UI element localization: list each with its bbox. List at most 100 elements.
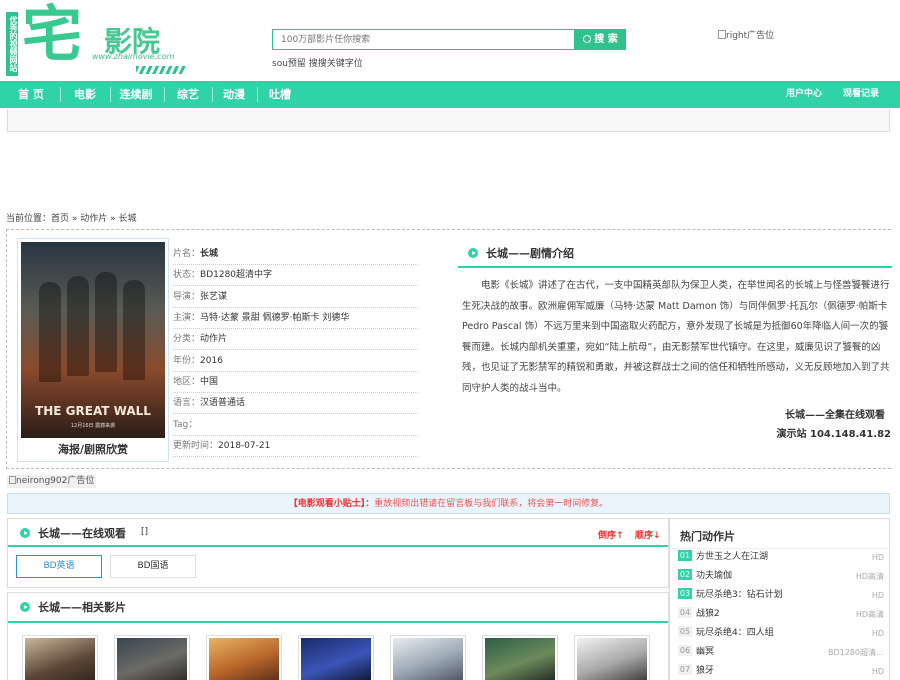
info-region: 地区：中国 [173,372,418,393]
nav-tucao[interactable]: 吐槽 [260,81,300,108]
info-status: 状态：BD1280超清中字 [173,265,418,286]
watch-tip-bar: 【电影观看小贴士】：重放视频出错请在留言板与我们联系，将会第一时间修复。 [7,493,890,514]
source-bd-mandarin[interactable]: BD国语 [110,555,196,578]
poster-card[interactable]: THE GREAT WALL 12月16日 震撼来袭 海报/剧照欣赏 [17,238,169,462]
broken-image-icon [718,30,726,39]
info-year: 年份：2016 [173,351,418,372]
plot-description: 电影《长城》讲述了在古代，一支中国精英部队为保卫人类，在举世闻名的长城上与怪兽饕… [462,280,890,394]
nav-anime[interactable]: 动漫 [214,81,254,108]
list-item-quality: HD [871,667,884,676]
ad-neirong: neirong902广告位 [7,475,97,488]
play-circle-icon [468,248,478,258]
logo-stripes [136,66,186,74]
rank-badge: 04 [678,607,692,618]
hot-action-list: 热门动作片 01 方世玉之人在江湖 HD 02 功夫瑜伽 HD高清 03 玩尽杀绝3：钻石… [669,518,890,680]
search-button-label: 搜 索 [594,34,618,45]
related-thumb[interactable] [298,635,374,680]
list-item[interactable]: 06 幽冥 BD1280超清… [678,643,884,662]
search-button[interactable]: 搜 索 [575,29,626,50]
thumb-image [577,638,647,680]
thumb-image [301,638,371,680]
list-item[interactable]: 04 战狼2 HD高清 [678,605,884,624]
ad-right-label: right广告位 [726,31,775,41]
list-item-title[interactable]: 玩尽杀绝4：四人组 [696,628,774,638]
logo-big-char: 宅 [22,0,82,70]
list-item-title[interactable]: 方世玉之人在江湖 [696,552,768,562]
info-language: 语言：汉语普通话 [173,393,418,414]
rank-badge: 02 [678,569,692,580]
rank-badge: 06 [678,645,692,656]
list-item-title[interactable]: 战狼2 [696,609,720,619]
related-thumb[interactable] [574,635,650,680]
source-bd-english[interactable]: BD英语 [16,555,102,578]
related-movies-box: 长城——相关影片 [7,592,669,680]
tip-label: 【电影观看小贴士】： [288,499,375,509]
poster-image[interactable]: THE GREAT WALL 12月16日 震撼来袭 [21,242,165,438]
sort-asc-button[interactable]: 顺序↓ [635,528,661,541]
poster-figure [95,272,117,372]
nav-divider [60,87,61,102]
online-watch-box: 长城——在线观看 [] 倒序↑ 顺序↓ BD英语 BD国语 [7,518,669,588]
list-item[interactable]: 02 功夫瑜伽 HD高清 [678,567,884,586]
plot-title: 长城——剧情介绍 [486,247,574,260]
nav-watch-history[interactable]: 观看记录 [843,81,879,108]
plot-header: 长城——剧情介绍 [458,240,892,268]
poster-caption[interactable]: 海报/剧照欣赏 [18,441,168,457]
movie-detail: THE GREAT WALL 12月16日 震撼来袭 海报/剧照欣赏 片名：长城… [6,229,892,469]
info-director: 导演：张艺谋 [173,287,418,308]
main-nav: 首 页 电影 连续剧 综艺 动漫 吐槽 用户中心 观看记录 [0,81,900,108]
full-watch-heading: 长城——全集在线观看 [785,410,885,421]
nav-variety[interactable]: 综艺 [168,81,208,108]
online-title: 长城——在线观看 [38,527,126,540]
list-item-title[interactable]: 玩尽杀绝3：钻石计划 [696,590,783,600]
list-item-quality: HD [871,553,884,562]
online-header: 长城——在线观看 [] 倒序↑ 顺序↓ [8,519,668,547]
list-item-quality: HD [871,591,884,600]
list-item-title[interactable]: 功夫瑜伽 [696,571,732,581]
nav-movie[interactable]: 电影 [64,81,106,108]
search-input[interactable] [272,29,575,50]
nav-user-center[interactable]: 用户中心 [786,81,822,108]
list-item-title[interactable]: 狼牙 [696,666,714,676]
list-item[interactable]: 03 玩尽杀绝3：钻石计划 HD [678,586,884,605]
poster-date: 12月16日 震撼来袭 [70,423,116,429]
info-title: 片名：长城 [173,244,418,265]
info-tag: Tag： [173,415,418,436]
site-logo[interactable]: 优秀的视频网站 宅 影院 www.zhaimovie.com [6,2,186,76]
poster-figure [67,276,89,376]
thumb-image [117,638,187,680]
nav-divider [212,87,213,102]
poster-figure [39,282,61,382]
info-cast: 主演：马特·达蒙 景甜 佩德罗·帕斯卡 刘德华 [173,308,418,329]
related-header: 长城——相关影片 [8,593,668,623]
rank-badge: 01 [678,550,692,561]
list-item[interactable]: 05 玩尽杀绝4：四人组 HD [678,624,884,643]
list-item[interactable]: 07 狼牙 HD [678,662,884,680]
logo-url: www.zhaimovie.com [92,52,175,61]
demo-site-label: 演示站 104.148.41.82 [776,429,891,440]
search-hot-keywords[interactable]: sou预留 搜搜关键字位 [272,56,363,69]
related-thumb[interactable] [390,635,466,680]
thumb-image [25,638,95,680]
poster-figure [123,280,145,380]
search-icon [583,35,592,43]
list-item-quality: HD高清 [855,572,884,581]
sub-nav-bar [7,109,890,132]
rank-badge: 03 [678,588,692,599]
nav-home[interactable]: 首 页 [8,81,54,108]
related-thumb[interactable] [114,635,190,680]
nav-series[interactable]: 连续剧 [113,81,159,108]
related-thumb[interactable] [22,635,98,680]
list-item-quality: HD [871,629,884,638]
related-thumb[interactable] [482,635,558,680]
broken-image-icon [9,476,16,484]
play-circle-icon [20,602,30,612]
tip-text: 重放视频出错请在留言板与我们联系，将会第一时间修复。 [374,499,609,509]
related-thumb[interactable] [206,635,282,680]
list-item-title[interactable]: 幽冥 [696,647,714,657]
poster-title: THE GREAT WALL [35,404,151,418]
thumb-image [485,638,555,680]
list-item-quality: HD高清 [855,610,884,619]
list-item[interactable]: 01 方世玉之人在江湖 HD [678,548,884,567]
sort-desc-button[interactable]: 倒序↑ [598,528,624,541]
